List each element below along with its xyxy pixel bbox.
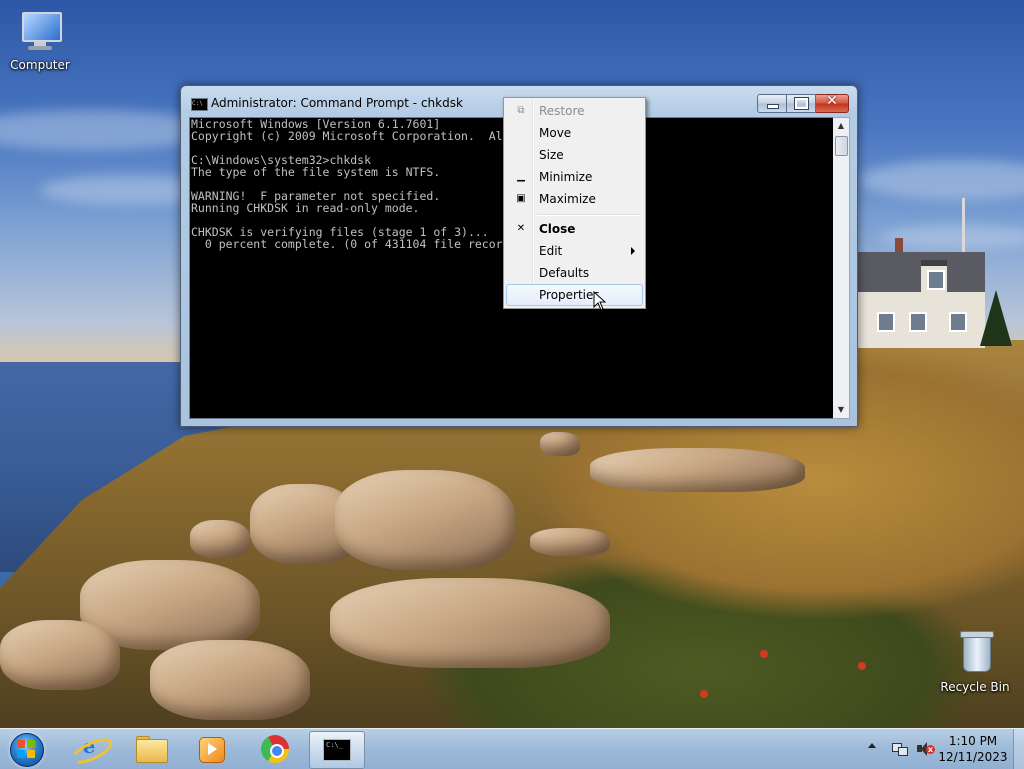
caption-buttons: ✕ — [757, 93, 849, 113]
wallpaper-flower — [700, 690, 708, 698]
menu-item-label: Properties — [539, 288, 600, 302]
clock[interactable]: 1:10 PM 12/11/2023 — [938, 733, 1008, 765]
taskbar-windows-explorer[interactable] — [124, 731, 178, 767]
submenu-arrow-icon — [631, 247, 635, 255]
system-tray: x 1:10 PM 12/11/2023 — [866, 729, 1024, 769]
maximize-icon — [794, 97, 809, 110]
cmd-icon: C:\_ — [323, 739, 351, 761]
desktop-icon-label: Recycle Bin — [940, 680, 1010, 694]
desktop-icon-recycle-bin[interactable]: Recycle Bin — [935, 630, 1015, 694]
chrome-center — [270, 744, 284, 758]
wallpaper-house — [857, 238, 987, 350]
menu-item-maximize[interactable]: ▣ Maximize — [506, 188, 643, 210]
wallpaper-rock — [530, 528, 610, 556]
menu-item-label: Edit — [539, 244, 563, 258]
wallpaper-rock — [190, 520, 250, 558]
volume-muted-icon[interactable]: x — [916, 741, 935, 757]
minimize-icon — [767, 104, 779, 109]
scroll-thumb[interactable] — [835, 136, 848, 156]
vertical-scrollbar[interactable]: ▲ ▼ — [833, 117, 850, 419]
wallpaper-rock — [335, 470, 515, 570]
taskbar-internet-explorer[interactable]: e — [62, 731, 116, 769]
taskbar-windows-media-player[interactable] — [184, 731, 238, 767]
cmd-icon[interactable]: C:\ — [191, 98, 208, 111]
menu-item-minimize[interactable]: ▁ Minimize — [506, 166, 643, 188]
menu-item-label: Minimize — [539, 170, 593, 184]
menu-item-label: Restore — [539, 104, 585, 118]
taskbar-google-chrome[interactable] — [248, 731, 302, 767]
start-button[interactable] — [6, 731, 46, 767]
play-icon — [208, 743, 217, 755]
wallpaper-flower — [760, 650, 768, 658]
window-system-menu: ⧉ Restore Move Size ▁ Minimize ▣ Maximiz… — [503, 97, 646, 309]
recycle-bin-icon — [951, 630, 999, 678]
scroll-up-button[interactable]: ▲ — [833, 118, 849, 134]
wallpaper-rock — [330, 578, 610, 668]
menu-item-size[interactable]: Size — [506, 144, 643, 166]
show-hidden-icons-icon[interactable] — [868, 743, 876, 748]
wallpaper-rock — [590, 448, 805, 492]
taskbar: e C:\_ x 1:10 PM 12/11/2023 — [0, 728, 1024, 769]
menu-item-label: Close — [539, 222, 576, 236]
minimize-button[interactable] — [757, 94, 787, 113]
maximize-button[interactable] — [787, 94, 816, 113]
wallpaper-tree — [980, 290, 1012, 346]
minimize-icon: ▁ — [517, 171, 525, 182]
clock-time: 1:10 PM — [948, 734, 998, 748]
scroll-down-button[interactable]: ▼ — [833, 402, 849, 418]
clock-date: 12/11/2023 — [938, 750, 1008, 764]
menu-item-move[interactable]: Move — [506, 122, 643, 144]
wallpaper-flower — [858, 662, 866, 670]
computer-icon — [16, 8, 64, 56]
wallpaper-rock — [540, 432, 580, 456]
close-button[interactable]: ✕ — [816, 93, 849, 113]
menu-item-label: Move — [539, 126, 572, 140]
show-desktop-button[interactable] — [1013, 729, 1024, 769]
network-icon[interactable] — [892, 741, 908, 756]
desktop-icon-label: Computer — [10, 58, 70, 72]
window-title: Administrator: Command Prompt - chkdsk — [211, 96, 463, 110]
menu-item-label: Defaults — [539, 266, 590, 280]
close-icon: ✕ — [516, 223, 526, 234]
restore-icon: ⧉ — [517, 105, 525, 116]
close-icon: ✕ — [826, 93, 838, 109]
menu-item-restore[interactable]: ⧉ Restore — [506, 100, 643, 122]
wallpaper-rock — [150, 640, 310, 720]
mouse-pointer-icon — [593, 291, 607, 311]
menu-item-properties[interactable]: Properties — [506, 284, 643, 306]
menu-item-close[interactable]: ✕ Close — [506, 218, 643, 240]
folder-icon — [136, 739, 168, 763]
windows-flag-icon — [17, 740, 35, 758]
desktop-icon-computer[interactable]: Computer — [0, 8, 80, 72]
menu-item-defaults[interactable]: Defaults — [506, 262, 643, 284]
taskbar-command-prompt[interactable]: C:\_ — [309, 731, 365, 769]
menu-item-label: Size — [539, 148, 564, 162]
menu-separator — [537, 214, 641, 216]
wallpaper-rock — [0, 620, 120, 690]
maximize-icon: ▣ — [516, 193, 526, 204]
menu-item-edit[interactable]: Edit — [506, 240, 643, 262]
menu-item-label: Maximize — [539, 192, 596, 206]
